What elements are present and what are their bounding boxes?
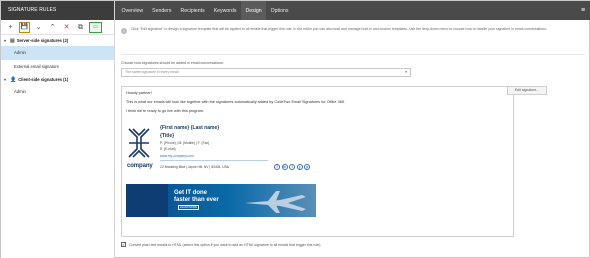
chevron-down-icon: ▾ xyxy=(405,70,407,74)
add-rule-icon[interactable]: + xyxy=(5,22,16,33)
signature-rules-app: SIGNATURE RULES + 💾 ⌄ ⌃ ✕ ⧉ ▭ ▾ ▤ Server… xyxy=(0,0,590,258)
social-icons: f in t y p xyxy=(274,164,311,170)
signature-address: 22 Branding Blvd | Jayne Hill, NV | 8340… xyxy=(160,165,229,169)
banner-title-line-2: faster than ever xyxy=(174,196,219,203)
top-nav: Overview Senders Recipients Keywords Des… xyxy=(115,1,590,20)
group-server-side[interactable]: ▾ ▤ Server-side signatures (2) xyxy=(1,35,114,46)
jet-icon xyxy=(245,191,306,213)
move-up-icon[interactable]: ⌃ xyxy=(47,22,58,33)
signature-banner: Get IT done faster than ever LEARN MORE xyxy=(126,184,316,217)
signature-preview: Howdy partner! This is what our emails w… xyxy=(121,86,514,237)
apply-changes-icon[interactable]: ▭ xyxy=(89,21,102,33)
company-logo-text: company xyxy=(127,163,153,169)
rule-editor: Overview Senders Recipients Keywords Des… xyxy=(115,1,590,258)
signature-website: www.my-company.com xyxy=(160,154,194,158)
group-label: Server-side signatures (2) xyxy=(16,38,69,43)
hamburger-icon[interactable]: ≡ xyxy=(575,1,590,20)
convert-option: ✓ Convert plain text emails to HTML (sel… xyxy=(121,242,321,247)
rule-item-admin-server[interactable]: Admin xyxy=(1,46,114,60)
rule-item-external-email[interactable]: External email signature xyxy=(1,60,114,74)
linkedin-icon: in xyxy=(281,164,288,170)
move-down-icon[interactable]: ⌄ xyxy=(33,22,44,33)
signature-name: {First name} {Last name} xyxy=(160,125,220,131)
signature-phone: P: {Phone} | M: {Mobile} | F: {Fax} xyxy=(160,141,210,145)
server-icon: ▤ xyxy=(10,37,15,44)
group-client-side[interactable]: ▾ 👤 Client-side signatures (1) xyxy=(1,74,114,85)
rules-sidebar: SIGNATURE RULES + 💾 ⌄ ⌃ ✕ ⧉ ▭ ▾ ▤ Server… xyxy=(1,1,115,258)
convert-checkbox[interactable]: ✓ xyxy=(121,242,126,247)
preview-line-2: I think we're ready to go live with this… xyxy=(126,109,204,113)
copy-rule-icon[interactable]: ⧉ xyxy=(75,22,86,33)
signature-email: E: {E-mail} xyxy=(160,147,176,151)
delete-rule-icon[interactable]: ✕ xyxy=(61,22,72,33)
tab-design[interactable]: Design xyxy=(240,1,267,20)
preview-line-1: This is what our emails will look like t… xyxy=(126,100,345,104)
twitter-icon: t xyxy=(289,164,296,170)
youtube-icon: y xyxy=(296,164,303,170)
info-box: i Click "Edit signature" to design a sig… xyxy=(121,27,585,46)
chevron-down-icon[interactable]: ▾ xyxy=(4,38,8,43)
conversation-label: Choose how signatures should be added in… xyxy=(121,61,224,65)
conversation-dropdown[interactable]: The same signature in every email ▾ xyxy=(121,68,411,77)
divider xyxy=(121,54,585,55)
group-label: Client-side signatures (1) xyxy=(18,77,69,82)
banner-learn-more: LEARN MORE xyxy=(178,205,199,210)
tab-recipients[interactable]: Recipients xyxy=(176,1,209,20)
user-icon: 👤 xyxy=(10,76,17,83)
save-icon[interactable]: 💾 xyxy=(19,21,30,33)
rules-toolbar: + 💾 ⌄ ⌃ ✕ ⧉ ▭ xyxy=(1,20,114,35)
dropdown-value: The same signature in every email xyxy=(125,70,179,74)
banner-title: Get IT done faster than ever xyxy=(174,190,219,203)
tab-senders[interactable]: Senders xyxy=(148,1,176,20)
company-logo-icon xyxy=(128,128,150,158)
info-text: Click "Edit signature" to design a signa… xyxy=(131,27,547,31)
preview-greeting: Howdy partner! xyxy=(126,91,152,95)
pinterest-icon: p xyxy=(304,164,311,170)
info-icon: i xyxy=(121,28,127,34)
edit-signature-button[interactable]: Edit signature... xyxy=(507,86,547,95)
signature-title: {Title} xyxy=(160,133,175,139)
tab-options[interactable]: Options xyxy=(266,1,293,20)
tab-overview[interactable]: Overview xyxy=(117,1,148,20)
facebook-icon: f xyxy=(274,164,280,170)
rule-item-admin-client[interactable]: Admin xyxy=(1,85,114,99)
signature-divider xyxy=(160,160,268,161)
tab-keywords[interactable]: Keywords xyxy=(209,1,241,20)
banner-band xyxy=(126,184,168,217)
sidebar-title: SIGNATURE RULES xyxy=(1,1,114,20)
convert-label: Convert plain text emails to HTML (selec… xyxy=(129,242,322,247)
chevron-down-icon[interactable]: ▾ xyxy=(4,77,8,82)
